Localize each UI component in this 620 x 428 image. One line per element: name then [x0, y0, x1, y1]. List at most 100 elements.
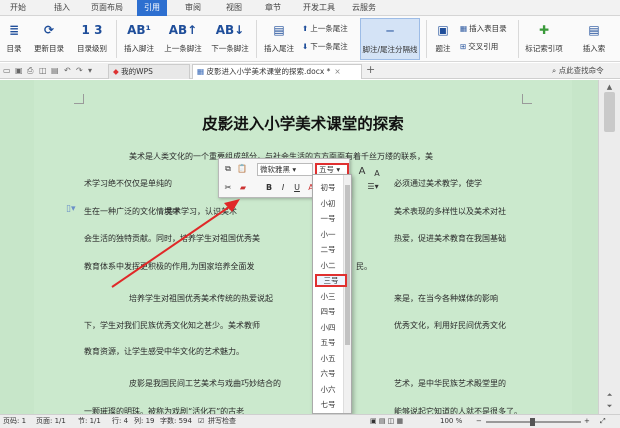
zoom-out-icon[interactable]: −	[476, 415, 482, 428]
font-size-option[interactable]: 五号	[313, 336, 343, 349]
copy-format-icon[interactable]: ⧉	[222, 162, 234, 176]
prev-page-icon[interactable]: ⏶	[604, 390, 615, 401]
grow-font-button[interactable]: A	[356, 165, 368, 179]
tab-1[interactable]: 插入	[50, 0, 74, 16]
redo-icon[interactable]: ↷	[76, 64, 83, 77]
command-search[interactable]: ⌕ 点此查找命令	[552, 64, 618, 77]
body-text-line: 民。	[356, 262, 372, 271]
body-text-line: 教育资源，让学生感受中华文化的艺术魅力。	[84, 347, 244, 356]
caption-icon: ▣	[437, 23, 449, 37]
tab-4[interactable]: 审阅	[180, 0, 206, 16]
font-size-option[interactable]: 三号	[315, 274, 347, 287]
tab-3[interactable]: 引用	[137, 0, 167, 16]
body-text-line: 优秀文化，利用好民间优秀文化	[394, 321, 506, 330]
font-size-option[interactable]: 四号	[313, 305, 343, 318]
next-endnote-button[interactable]: ⬇ 下一条尾注	[302, 40, 348, 53]
font-size-option[interactable]: 小四	[313, 321, 343, 334]
format-painter-icon[interactable]: ✂	[222, 181, 234, 195]
next-page-icon[interactable]: ⏷	[604, 401, 615, 412]
bold-button[interactable]: B	[263, 181, 275, 195]
status-col: 列: 19	[134, 417, 155, 425]
update-catalog-button[interactable]: ⟳ 更新目录	[30, 18, 68, 60]
view-mode-icon[interactable]: ▣ ▤ ◫ ▦	[370, 415, 403, 428]
fit-icon[interactable]: ⤢	[600, 415, 606, 428]
body-text-line: 艺术，是中华民族艺术殿堂里的	[394, 379, 506, 388]
status-words: 字数: 594	[160, 417, 192, 425]
tab-0[interactable]: 开始	[6, 0, 30, 16]
tab-2[interactable]: 页面布局	[87, 0, 127, 16]
tab-6[interactable]: 章节	[261, 0, 285, 16]
status-row: 行: 4	[112, 417, 129, 425]
tab-7[interactable]: 开发工具	[300, 0, 338, 16]
shrink-font-button[interactable]: A	[372, 167, 382, 181]
print-icon[interactable]: ⎙	[27, 64, 33, 77]
dropdown-icon[interactable]: ▾	[88, 64, 92, 77]
catalog-button[interactable]: ≣ 目录	[2, 18, 26, 60]
font-name-select[interactable]: 微软雅黑 ▾	[257, 163, 313, 176]
font-size-option[interactable]: 七号	[313, 398, 343, 411]
search-icon: ⌕	[552, 66, 557, 75]
italic-button[interactable]: I	[277, 181, 289, 195]
new-tab-button[interactable]: +	[366, 63, 375, 76]
next-footnote-label: 下一条脚注	[211, 44, 249, 53]
update-catalog-label: 更新目录	[34, 44, 64, 53]
status-pages: 页面: 1/1	[36, 417, 66, 425]
tab-my-wps[interactable]: ◆ 我的WPS	[108, 64, 190, 79]
font-size-option[interactable]: 二号	[313, 243, 343, 256]
next-footnote-button[interactable]: AB↓ 下一条脚注	[208, 18, 252, 60]
insert-endnote-button[interactable]: ▤ 插入尾注	[260, 18, 298, 60]
catalog-level-button[interactable]: 1 3 目录级别	[72, 18, 112, 60]
insert-footnote-button[interactable]: AB¹ 插入脚注	[120, 18, 158, 60]
dropdown-scrollbar[interactable]	[343, 175, 351, 413]
preview-icon[interactable]: ◫	[39, 64, 47, 77]
insert-index-icon: ▤	[588, 23, 600, 37]
command-search-label: 点此查找命令	[558, 66, 604, 75]
separator-icon: ─	[386, 24, 394, 38]
tab-document[interactable]: ▦ 皮影进入小学美术课堂的探索.docx * ×	[192, 64, 362, 79]
prev-endnote-button[interactable]: ⬆ 上一条尾注	[302, 22, 348, 35]
font-size-option[interactable]: 小六	[313, 383, 343, 396]
tab-8[interactable]: 云服务	[349, 0, 379, 16]
prev-endnote-icon: ⬆	[302, 24, 309, 33]
mark-index-button[interactable]: ✚ 标记索引项	[522, 18, 566, 60]
font-size-option[interactable]: 初号	[313, 181, 343, 194]
close-tab-icon[interactable]: ×	[334, 67, 340, 76]
font-size-option[interactable]: 小一	[313, 228, 343, 241]
prev-footnote-button[interactable]: AB↑ 上一条脚注	[162, 18, 204, 60]
font-size-option[interactable]: 一号	[313, 212, 343, 225]
vertical-scrollbar[interactable]: ▲ ⏶ ⏷	[598, 80, 620, 414]
cross-ref-button[interactable]: ⊞ 交叉引用	[460, 40, 498, 53]
paragraph-marker-icon[interactable]: ▯▾	[66, 204, 75, 214]
ribbon-separator	[518, 20, 519, 58]
export-pdf-icon[interactable]: ▤	[51, 64, 59, 77]
scroll-thumb[interactable]	[604, 92, 615, 132]
font-size-option[interactable]: 小二	[313, 259, 343, 272]
undo-icon[interactable]: ↶	[64, 64, 71, 77]
spell-check-label[interactable]: 拼写检查	[208, 415, 236, 428]
open-icon[interactable]: ▭	[3, 64, 11, 77]
font-size-dropdown[interactable]: 初号小初一号小一二号小二三号小三四号小四五号小五六号小六七号	[312, 174, 352, 414]
tab-5[interactable]: 视图	[222, 0, 246, 16]
document-page[interactable]: 皮影进入小学美术课堂的探索 美术是人类文化的一个重要组成部分，与社会生活的方方面…	[34, 80, 572, 416]
caption-button[interactable]: ▣ 题注	[430, 18, 456, 60]
font-size-option[interactable]: 六号	[313, 367, 343, 380]
paste-icon[interactable]: 📋	[235, 162, 249, 176]
insert-index-button[interactable]: ▤ 插入索	[570, 18, 618, 60]
document-tabs-bar: ▭ ▣ ⎙ ◫ ▤ ↶ ↷ ▾ ◆ 我的WPS ▦ 皮影进入小学美术课堂的探索.…	[0, 63, 620, 79]
body-text-line: 术学习绝不仅仅是单纯的	[84, 179, 172, 188]
zoom-slider-knob[interactable]	[530, 418, 535, 426]
spell-check-icon[interactable]: ☑	[198, 415, 204, 428]
save-icon[interactable]: ▣	[15, 64, 23, 77]
footnote-separator-button[interactable]: ─ 脚注/尾注分隔线	[360, 18, 420, 60]
font-size-option[interactable]: 小五	[313, 352, 343, 365]
zoom-in-icon[interactable]: +	[584, 415, 590, 428]
next-footnote-icon: AB↓	[215, 23, 245, 37]
font-size-option[interactable]: 小三	[313, 290, 343, 303]
line-spacing-icon[interactable]: ☰▾	[364, 180, 382, 194]
dropdown-scroll-thumb[interactable]	[345, 185, 350, 345]
underline-button[interactable]: U	[291, 181, 303, 195]
ribbon-separator	[426, 20, 427, 58]
insert-table-of-figures-button[interactable]: ▦ 插入表目录	[460, 22, 507, 35]
highlight-icon[interactable]: ▰	[237, 181, 249, 195]
font-size-option[interactable]: 小初	[313, 197, 343, 210]
